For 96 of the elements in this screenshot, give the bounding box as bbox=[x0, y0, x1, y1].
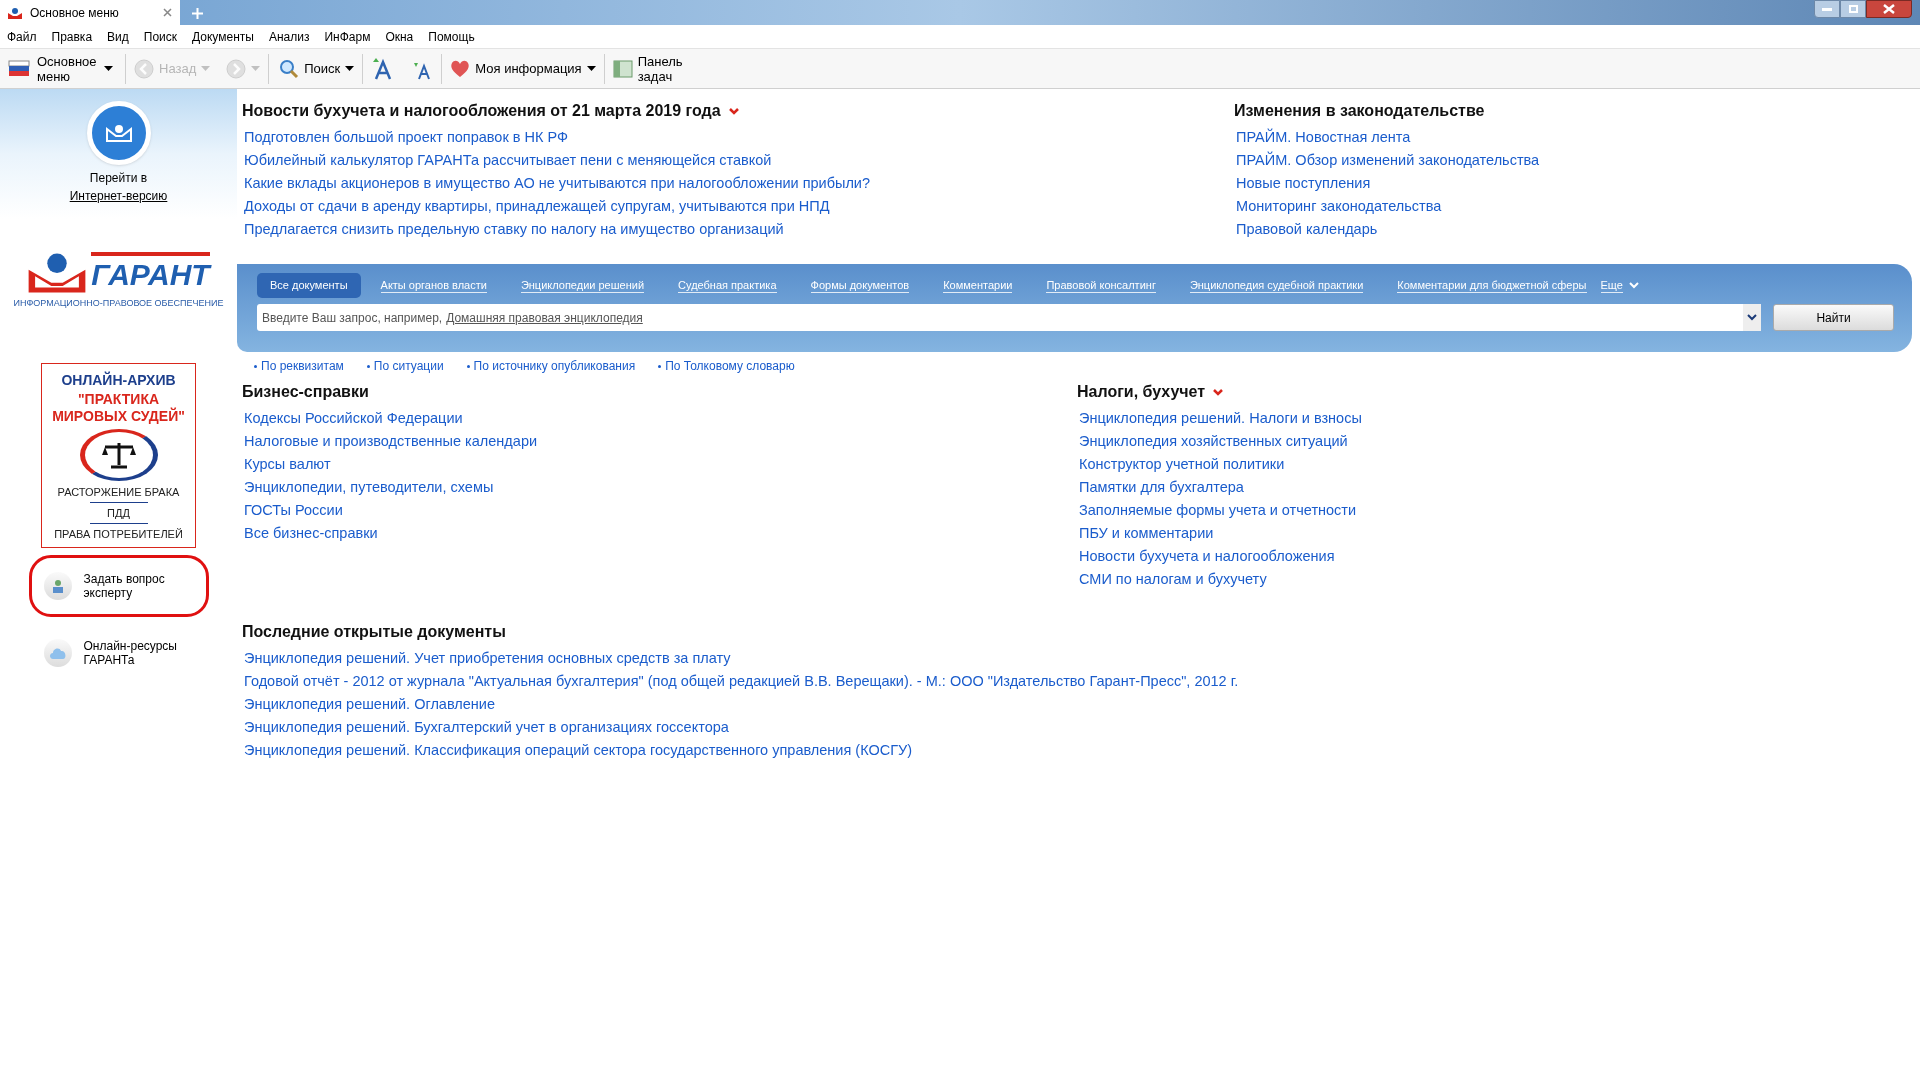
search-option-link[interactable]: По ситуации bbox=[373, 357, 444, 375]
search-option-link[interactable]: По источнику опубликования bbox=[473, 357, 636, 375]
minimize-button[interactable] bbox=[1814, 0, 1840, 18]
link[interactable]: ПБУ и комментарии bbox=[1079, 522, 1214, 545]
link[interactable]: ГОСТы России bbox=[244, 499, 343, 522]
chevron-down-icon bbox=[1747, 314, 1757, 321]
section-heading: Новости бухучета и налогообложения от 21 марта 2019 года bbox=[242, 101, 721, 121]
menu-item[interactable]: Поиск bbox=[143, 27, 178, 46]
my-info-button[interactable]: Моя информация bbox=[442, 49, 604, 88]
link[interactable]: Какие вклады акционеров в имущество АО не учитываются при налогообложении прибыли? bbox=[244, 172, 870, 195]
app-logo-icon bbox=[8, 6, 22, 19]
banner-title: ОНЛАЙН-АРХИВ bbox=[61, 370, 176, 390]
banner-item[interactable]: ПРАВА ПОТРЕБИТЕЛЕЙ bbox=[54, 526, 183, 541]
bullet-icon bbox=[658, 364, 662, 368]
sidebar-link[interactable]: Задать вопрос эксперту bbox=[83, 571, 194, 600]
section-heading: Налоги, бухучет bbox=[1077, 382, 1206, 402]
caret-icon[interactable] bbox=[728, 107, 739, 115]
heart-icon bbox=[450, 59, 471, 78]
person-icon bbox=[43, 571, 72, 600]
link[interactable]: Энциклопедия решений. Оглавление bbox=[244, 693, 495, 716]
link[interactable]: Кодексы Российской Федерации bbox=[244, 407, 463, 430]
search-button[interactable]: Поиск bbox=[271, 49, 363, 88]
link[interactable]: Энциклопедии, путеводители, схемы bbox=[244, 476, 494, 499]
restore-button[interactable] bbox=[1840, 0, 1866, 18]
caret-icon bbox=[104, 66, 113, 71]
link[interactable]: Доходы от сдачи в аренду квартиры, принадлежащей супругам, учитываются при НПД bbox=[244, 195, 830, 218]
caret-icon bbox=[251, 66, 261, 71]
caret-icon[interactable] bbox=[1213, 388, 1224, 396]
search-option-link[interactable]: По Толковому словарю bbox=[665, 357, 795, 375]
search-placeholder: Введите Ваш запрос, например, bbox=[262, 309, 443, 327]
caret-icon bbox=[345, 66, 355, 71]
task-panel-button[interactable]: Панель задач bbox=[604, 49, 708, 88]
menu-item[interactable]: Помощь bbox=[428, 27, 475, 46]
chevron-down-icon[interactable] bbox=[1628, 282, 1639, 289]
window-tab[interactable]: Основное меню bbox=[0, 0, 180, 25]
main-menu-button[interactable]: Основное меню bbox=[0, 49, 125, 88]
close-tab-icon[interactable] bbox=[163, 8, 172, 17]
internet-version-link[interactable]: Интернет-версию bbox=[69, 187, 168, 205]
section-heading: Изменения в законодательстве bbox=[1234, 101, 1485, 121]
link[interactable]: Энциклопедия решений. Учет приобретения основных средств за плату bbox=[244, 647, 731, 670]
link[interactable]: ПРАЙМ. Обзор изменений законодательства bbox=[1236, 149, 1540, 172]
link[interactable]: Памятки для бухгалтера bbox=[1079, 476, 1244, 499]
menu-item[interactable]: ИнФарм bbox=[324, 27, 371, 46]
menu-item[interactable]: Окна bbox=[385, 27, 414, 46]
section-heading: Бизнес-справки bbox=[242, 382, 369, 402]
bullet-icon bbox=[466, 364, 470, 368]
menu-item[interactable]: Правка bbox=[51, 27, 93, 46]
new-tab-icon[interactable] bbox=[192, 8, 203, 19]
search-field[interactable]: Введите Ваш запрос, например, Домашняя правовая энциклопедия bbox=[257, 304, 1761, 331]
search-option-link[interactable]: По реквизитам bbox=[261, 357, 344, 375]
link[interactable]: Энциклопедия решений. Бухгалтерский учет в организациях госсектора bbox=[244, 716, 729, 739]
search-icon bbox=[279, 58, 300, 79]
panel-icon bbox=[612, 59, 633, 78]
link[interactable]: Все бизнес-справки bbox=[244, 522, 378, 545]
link[interactable]: Новые поступления bbox=[1236, 172, 1371, 195]
menu-item[interactable]: Вид bbox=[107, 27, 129, 46]
garant-logo: ГАРАНТ ИНФОРМАЦИОННО-ПРАВОВОЕ ОБЕСПЕЧЕНИЕ bbox=[13, 251, 224, 311]
bullet-icon bbox=[254, 364, 257, 368]
dropdown-button[interactable] bbox=[1743, 304, 1761, 331]
sidebar-link[interactable]: Онлайн-ресурсы ГАРАНТа bbox=[83, 638, 194, 667]
link[interactable]: Энциклопедия решений. Налоги и взносы bbox=[1079, 407, 1362, 430]
link[interactable]: Юбилейный калькулятор ГАРАНТа рассчитывает пени с меняющейся ставкой bbox=[244, 149, 772, 172]
close-icon bbox=[1883, 4, 1895, 14]
link[interactable]: Мониторинг законодательства bbox=[1236, 195, 1442, 218]
link[interactable]: Налоговые и производственные календари bbox=[244, 430, 538, 453]
promo-banner[interactable]: ОНЛАЙН-АРХИВ "ПРАКТИКА МИРОВЫХ СУДЕЙ" РАСТОРЖЕНИЕ БРАКА ПДД ПРАВА ПОТРЕБИТЕЛЕЙ bbox=[41, 362, 196, 548]
find-button[interactable]: Найти bbox=[1773, 304, 1894, 331]
menu-item[interactable]: Анализ bbox=[268, 27, 310, 46]
banner-subtitle: "ПРАКТИКА МИРОВЫХ СУДЕЙ" bbox=[51, 390, 186, 425]
link[interactable]: Заполняемые формы учета и отчетности bbox=[1079, 499, 1357, 522]
section-heading: Последние открытые документы bbox=[242, 622, 506, 642]
search-tab[interactable]: Все документы bbox=[257, 273, 361, 298]
caret-icon bbox=[586, 66, 596, 71]
example-link[interactable]: Домашняя правовая энциклопедия bbox=[446, 308, 643, 327]
bullet-icon bbox=[366, 364, 370, 368]
close-button[interactable] bbox=[1866, 0, 1912, 18]
link[interactable]: СМИ по налогам и бухучету bbox=[1079, 568, 1267, 591]
banner-item[interactable]: ПДД bbox=[107, 505, 130, 520]
link[interactable]: Энциклопедия решений. Классификация операций сектора государственного управления (КОСГУ) bbox=[244, 739, 913, 762]
link-caption: Перейти в bbox=[89, 170, 148, 187]
link[interactable]: Годовой отчёт - 2012 от журнала "Актуальная бухгалтерия" (под общей редакцией В.В. Верещаки). - М.: ООО "Издательство Гарант-Пресс", 2012 г. bbox=[244, 670, 1239, 693]
scales-icon bbox=[79, 428, 158, 481]
tab-title: Основное меню bbox=[30, 4, 119, 22]
link[interactable]: ПРАЙМ. Новостная лента bbox=[1236, 126, 1411, 149]
cloud-icon bbox=[43, 638, 72, 667]
link[interactable]: Подготовлен большой проект поправок в НК РФ bbox=[244, 126, 568, 149]
link[interactable]: Энциклопедия хозяйственных ситуаций bbox=[1079, 430, 1348, 453]
link[interactable]: Правовой календарь bbox=[1236, 218, 1378, 241]
link[interactable]: Новости бухучета и налогообложения bbox=[1079, 545, 1335, 568]
link[interactable]: Предлагается снизить предельную ставку по налогу на имущество организаций bbox=[244, 218, 784, 241]
menu-item[interactable]: Документы bbox=[192, 27, 254, 46]
link[interactable]: Конструктор учетной политики bbox=[1079, 453, 1285, 476]
link[interactable]: Курсы валют bbox=[244, 453, 331, 476]
menu-item[interactable]: Файл bbox=[7, 27, 37, 46]
caret-icon bbox=[201, 66, 211, 71]
banner-item[interactable]: РАСТОРЖЕНИЕ БРАКА bbox=[57, 484, 180, 499]
